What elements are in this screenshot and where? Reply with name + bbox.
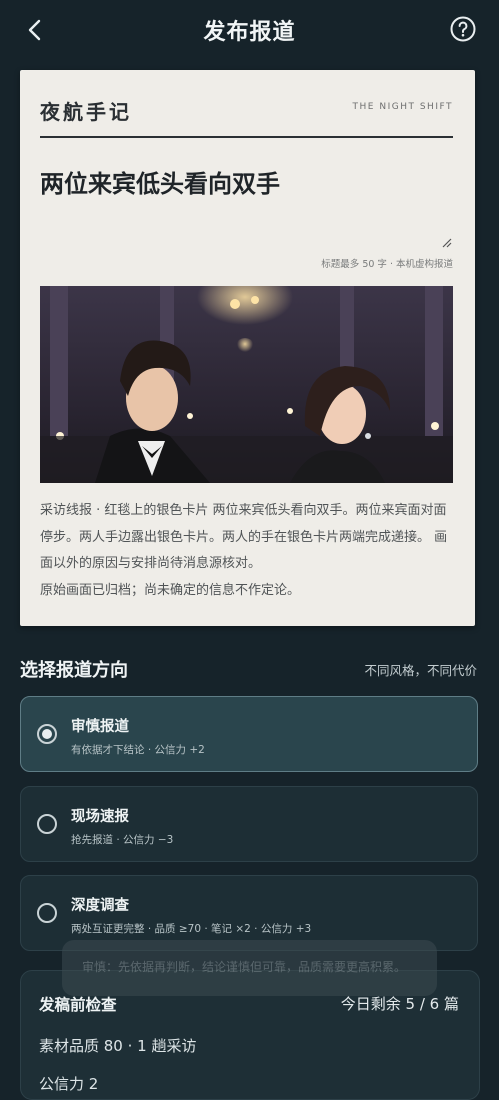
body-paragraph: 原始画面已归档；尚未确定的信息不作定论。 <box>40 582 301 598</box>
news-photo <box>40 286 453 483</box>
resize-handle-icon[interactable] <box>440 236 452 248</box>
toast-text: 审慎：先依据再判断，结论谨慎但可靠，品质需要更高积累。 <box>82 960 407 974</box>
radio-icon[interactable] <box>37 814 57 834</box>
section-note: 不同风格，不同代价 <box>364 663 477 678</box>
body-paragraph: 采访线报 · 红毯上的银色卡片 两位来宾低头看向双手。两位来宾面对面停步。两人手… <box>40 503 448 571</box>
masthead-english: THE NIGHT SHIFT <box>352 102 453 112</box>
option-effect: 抢先报道 · 公信力 −3 <box>71 834 174 846</box>
headline-hint: 标题最多 50 字 · 本机虚构报道 <box>321 259 453 270</box>
option-label: 现场速报 <box>71 809 129 825</box>
report-body: 采访线报 · 红毯上的银色卡片 两位来宾低头看向双手。两位来宾面对面停步。两人手… <box>40 498 458 604</box>
option-label: 深度调查 <box>71 898 129 914</box>
credibility-value: 公信力 2 <box>39 1075 99 1093</box>
radio-selected-icon[interactable] <box>37 724 57 744</box>
precheck-title: 发稿前检查 <box>39 996 117 1014</box>
option-live-report[interactable]: 现场速报 抢先报道 · 公信力 −3 <box>20 786 478 862</box>
masthead-divider <box>40 136 453 138</box>
page-title: 发布报道 <box>203 20 296 45</box>
toast-message: 审慎：先依据再判断，结论谨慎但可靠，品质需要更高积累。 <box>62 940 437 996</box>
headline-input[interactable]: 两位来宾低头看向双手 <box>40 164 450 199</box>
option-careful-report[interactable]: 审慎报道 有依据才下结论 · 公信力 +2 <box>20 696 478 772</box>
option-effect: 有依据才下结论 · 公信力 +2 <box>71 744 205 756</box>
section-title: 选择报道方向 <box>20 660 128 681</box>
option-label: 审慎报道 <box>71 719 129 735</box>
report-draft-card: 夜航手记 THE NIGHT SHIFT 两位来宾低头看向双手 标题最多 50 … <box>20 70 475 626</box>
help-icon[interactable] <box>449 15 477 43</box>
top-bar: 发布报道 <box>0 0 499 62</box>
radio-icon[interactable] <box>37 903 57 923</box>
daily-remaining: 今日剩余 5 / 6 篇 <box>340 995 459 1013</box>
masthead-name: 夜航手记 <box>40 100 132 124</box>
option-effect: 两处互证更完整 · 品质 ≥70 · 笔记 ×2 · 公信力 +3 <box>71 923 312 935</box>
material-quality: 素材品质 80 · 1 趟采访 <box>39 1037 197 1055</box>
